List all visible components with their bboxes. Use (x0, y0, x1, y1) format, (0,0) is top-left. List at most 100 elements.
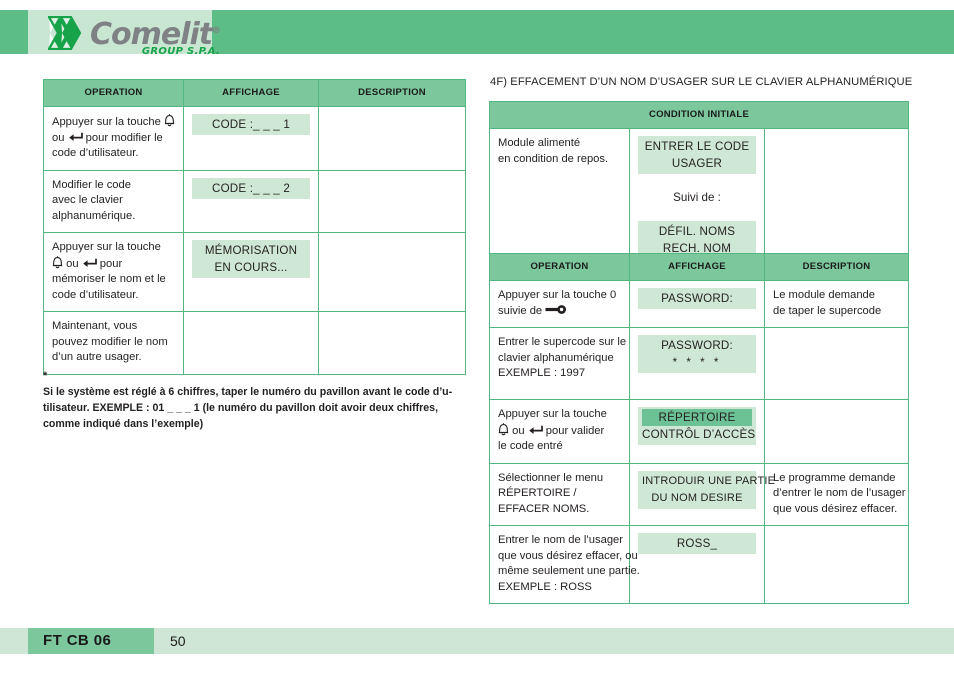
footnote-line: Si le système est réglé à 6 chiffres, ta… (43, 386, 453, 398)
operation-line: que vous désirez effacer, ou (498, 549, 638, 562)
table-header-row: OPERATION AFFICHAGE DESCRIPTION (43, 79, 466, 107)
footer-page-number: 50 (170, 633, 186, 649)
comelit-logo: Comelit® GROUP S.P.A. (48, 16, 221, 58)
operation-line: d’un autre usager. (52, 351, 142, 363)
lcd-line-1-selected: RÉPERTOIRE (642, 409, 752, 426)
lcd-line-1: MÉMORISATION (204, 244, 298, 257)
footnote-line: tilisateur. EXEMPLE : 01 _ _ _ 1 (le num… (43, 402, 439, 414)
condition-initiale-table: CONDITION INITIALE Module alimenté en co… (488, 101, 910, 268)
lcd-display: MÉMORISATION EN COURS... (192, 240, 310, 278)
table-row: Appuyer sur la touche ou (43, 106, 466, 171)
lcd-display: PASSWORD: (638, 288, 756, 309)
bell-icon (164, 114, 175, 127)
footnote-body: Si le système est réglé à 6 chiffres, ta… (43, 384, 475, 432)
operation-line: Sélectionner le menu (498, 471, 604, 484)
operation-line: Maintenant, vous (52, 320, 138, 332)
lcd-line-1: PASSWORD: (661, 292, 733, 305)
operation-line: ou pour valider (498, 422, 621, 440)
display-cell: ENTRER LE CODE USAGER Suivi de : DÉFIL. … (629, 128, 765, 268)
brand-subtitle: GROUP S.P.A. (141, 46, 221, 57)
operation-cell: Appuyer sur la touche ou (489, 399, 630, 464)
description-cell (318, 106, 466, 171)
footnote-line: comme indiqué dans l’exemple) (43, 418, 204, 430)
operation-line: code d’utilisateur. (52, 288, 139, 301)
brand-name: Comelit® (90, 17, 221, 52)
lcd-line-2: DU NOM DESIRE (651, 491, 743, 504)
operation-line: avec le clavier (52, 194, 123, 206)
description-cell (318, 311, 466, 375)
condition-initiale-header: CONDITION INITIALE (488, 101, 910, 129)
table-row: Appuyer sur la touche 0 suivie de PASSWO… (489, 280, 909, 328)
description-cell (764, 327, 909, 400)
description-cell (764, 525, 909, 604)
column-header-operation: OPERATION (43, 79, 184, 107)
description-line: d’entrer le nom de l’usager (773, 487, 906, 499)
operation-cell: Maintenant, vous pouvez modifier le nom … (43, 311, 184, 375)
operation-cell: Entrer le nom de l’usager que vous désir… (489, 525, 640, 604)
logo-text: Comelit® GROUP S.P.A. (90, 16, 221, 58)
lcd-line-1: CODE :_ _ _ 1 (212, 118, 290, 131)
display-connector-text: Suivi de : (673, 191, 721, 204)
table-row: Appuyer sur la touche ou (489, 399, 909, 464)
table-row: Sélectionner le menu RÉPERTOIRE / EFFACE… (489, 462, 909, 526)
column-header-affichage: AFFICHAGE (183, 79, 319, 107)
right-procedure-table: OPERATION AFFICHAGE DESCRIPTION Appuyer … (489, 253, 909, 604)
table-row: Maintenant, vous pouvez modifier le nom … (43, 311, 466, 375)
operation-line: pouvez modifier le nom (52, 335, 168, 348)
operation-line: Appuyer sur la touche 0 (498, 289, 617, 301)
footer-document-code: FT CB 06 (43, 632, 112, 649)
display-cell (183, 311, 319, 375)
lcd-display: ROSS_ (638, 533, 756, 554)
table-header-row: CONDITION INITIALE (488, 101, 910, 129)
table-header-row: OPERATION AFFICHAGE DESCRIPTION (489, 253, 909, 281)
operation-line: EXEMPLE : ROSS (498, 580, 592, 593)
display-cell: PASSWORD: * * * * (629, 327, 765, 400)
operation-cell: Entrer le supercode sur le clavier alpha… (489, 327, 630, 400)
operation-line: en condition de repos. (498, 152, 609, 165)
footnote: * Si le système est réglé à 6 chiffres, … (43, 368, 475, 432)
operation-line: ou pour (52, 255, 175, 273)
description-cell (763, 128, 910, 268)
operation-line: ou pour modifier le (52, 131, 163, 144)
lcd-line-2: USAGER (671, 157, 723, 170)
lcd-display: CODE :_ _ _ 2 (192, 177, 310, 199)
operation-line: EFFACER NOMS. (498, 502, 590, 515)
operation-line: Appuyer sur la touche (498, 408, 607, 420)
description-line: que vous désirez effacer. (773, 502, 898, 515)
description-cell (764, 399, 909, 464)
lcd-display-first: ENTRER LE CODE USAGER (638, 136, 756, 174)
lcd-line-2: * * * * (672, 356, 722, 369)
column-header-description: DESCRIPTION (318, 79, 466, 107)
lcd-line-1: ENTRER LE CODE (644, 140, 750, 153)
operation-line: Module alimenté (498, 137, 581, 149)
operation-line: Entrer le supercode sur le (498, 336, 627, 348)
display-cell: RÉPERTOIRE CONTRÔL D’ACCÈS (629, 399, 765, 464)
bell-icon (498, 422, 509, 435)
operation-line: suivie de (498, 304, 621, 320)
bell-icon (52, 255, 63, 268)
right-table: OPERATION AFFICHAGE DESCRIPTION Appuyer … (489, 253, 909, 604)
display-cell: MÉMORISATION EN COURS... (183, 232, 319, 312)
operation-cell: Appuyer sur la touche ou (43, 106, 184, 171)
operation-line: Appuyer sur la touche (52, 241, 161, 253)
operation-cell: Module alimenté en condition de repos. (489, 128, 630, 268)
lcd-line-1: CODE :_ _ _ 2 (212, 181, 290, 195)
operation-line: même seulement une partie. (498, 565, 640, 577)
left-procedure-table: OPERATION AFFICHAGE DESCRIPTION Appuyer … (43, 79, 466, 375)
column-header-operation: OPERATION (489, 253, 630, 281)
operation-cell: Appuyer sur la touche ou (43, 232, 184, 312)
enter-key-icon (82, 258, 97, 267)
enter-key-icon (528, 425, 543, 434)
operation-cell: Modifier le code avec le clavier alphanu… (43, 169, 184, 233)
lcd-line-2: EN COURS... (214, 261, 288, 274)
enter-key-icon (68, 132, 83, 141)
operation-line: le code entré (498, 440, 563, 452)
operation-line: code d’utilisateur. (52, 147, 139, 159)
description-line: Le module demande (773, 289, 876, 301)
lcd-line-1: INTRODUIR UNE PARTIE (642, 474, 776, 487)
initial-condition-table: CONDITION INITIALE Module alimenté en co… (488, 101, 910, 268)
operation-line: alphanumérique. (52, 209, 136, 222)
lcd-display: RÉPERTOIRE CONTRÔL D’ACCÈS (638, 407, 756, 445)
table-row: Entrer le nom de l’usager que vous désir… (489, 525, 909, 604)
